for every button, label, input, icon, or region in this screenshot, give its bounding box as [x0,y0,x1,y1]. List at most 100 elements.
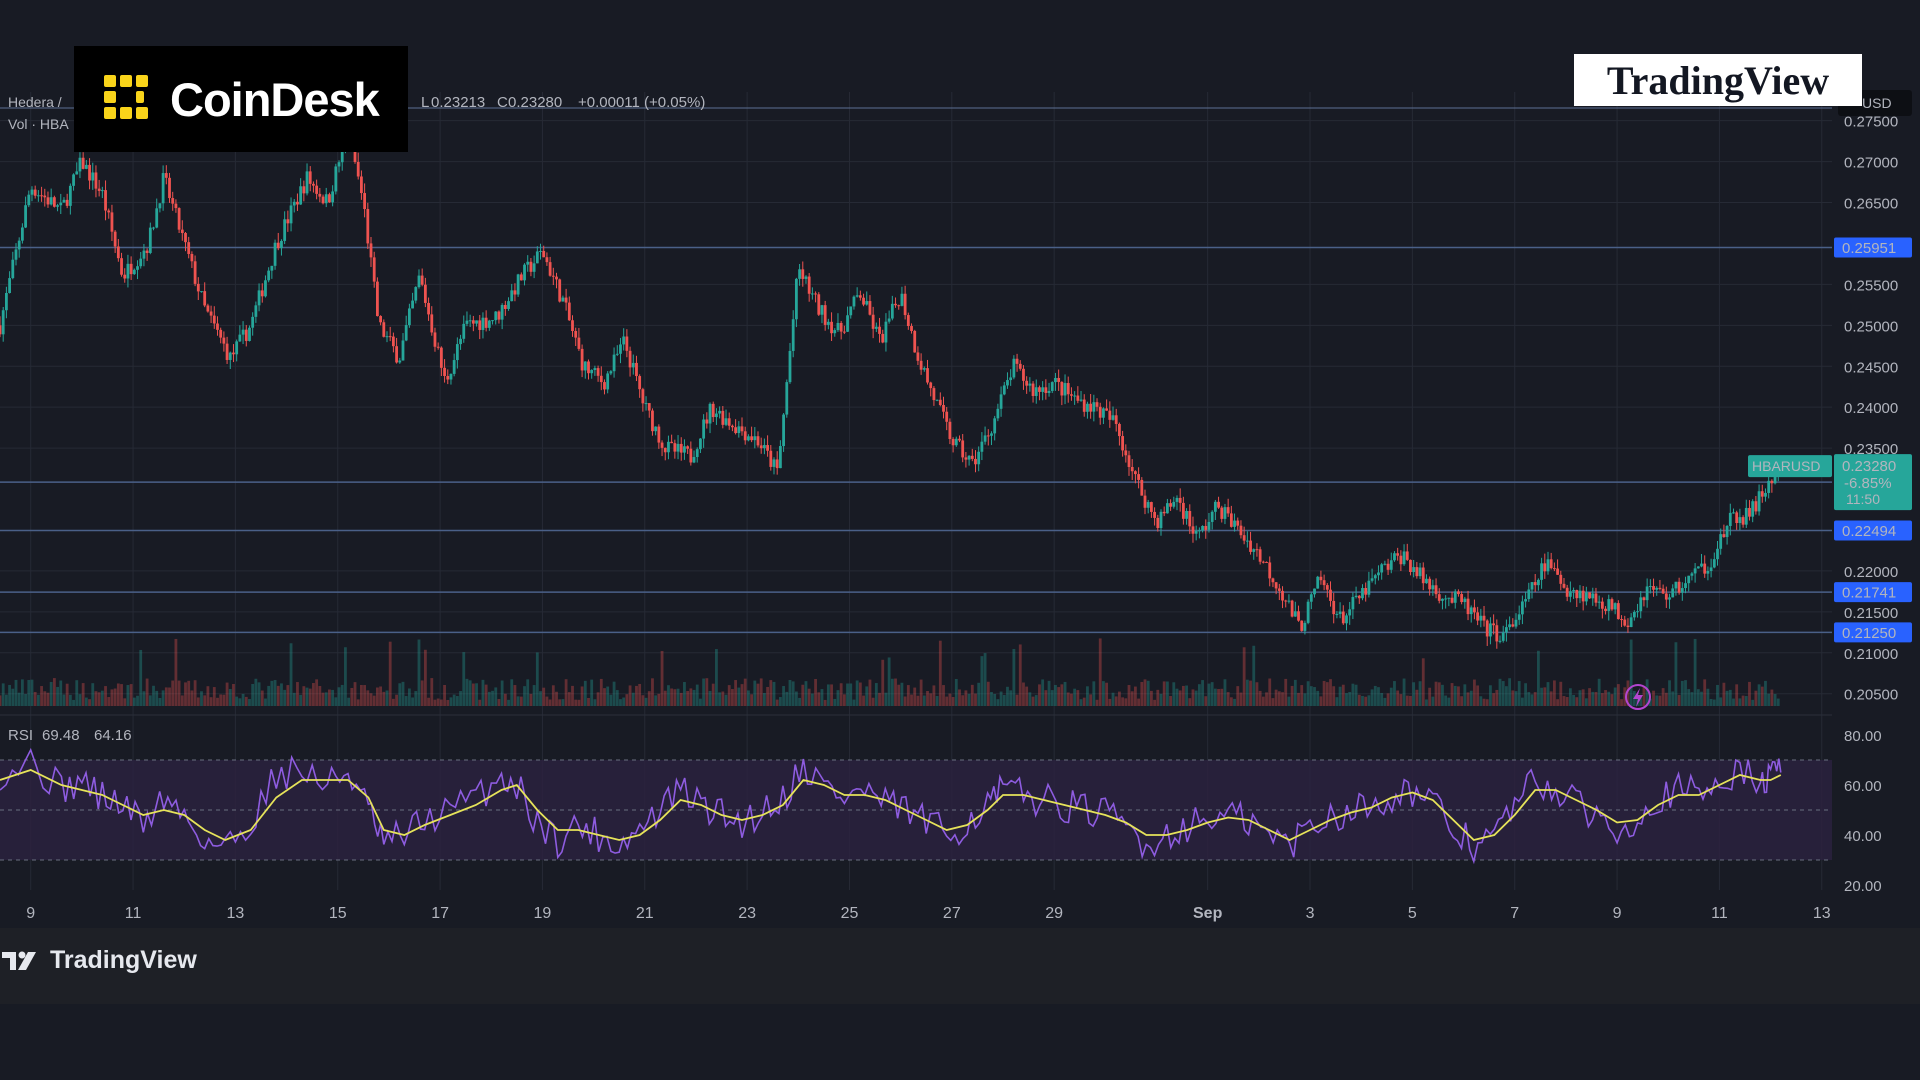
rsi-legend-value1: 69.48 [42,727,80,744]
candle-body-314 [1002,385,1006,395]
volume-bar-450 [1437,682,1441,706]
rsi-tick-1: 60.00 [1844,778,1882,795]
candle-body-301 [961,440,965,458]
candle-body-366 [1169,503,1172,507]
volume-bar-386 [1233,698,1236,706]
volume-bar-469 [1498,678,1502,706]
candle-body-411 [1313,588,1316,595]
volume-bar-235 [750,694,754,706]
candle-body-268 [855,295,859,297]
volume-bar-324 [1034,695,1038,706]
candle-body-48 [152,227,155,229]
candle-body-168 [535,251,539,264]
candle-body-442 [1412,567,1416,572]
volume-bar-454 [1450,683,1454,706]
candle-body-422 [1348,609,1352,616]
volume-bar-66 [209,697,213,706]
candle-body-400 [1277,588,1281,591]
candle-body-310 [990,433,993,436]
candle-body-155 [494,311,498,321]
volume-bar-353 [1127,685,1131,706]
candle-body-66 [209,311,213,316]
candle-body-143 [455,344,459,361]
chart-canvas[interactable]: 0.27500 0.27000 0.26500 0.25500 0.25000 0.245… [0,0,1920,1080]
candle-body-144 [459,338,462,345]
candle-body-62 [196,283,200,292]
candle-body-434 [1386,563,1390,570]
volume-bar-370 [1181,685,1185,706]
volume-bar-17 [52,678,56,706]
candle-body-453 [1447,597,1451,599]
x-tick-4: 17 [431,905,449,922]
level-tag-text-0: 0.25951 [1842,240,1896,257]
volume-bar-493 [1575,697,1579,706]
candle-body-456 [1457,591,1460,595]
volume-bar-169 [539,691,542,706]
candle-body-63 [200,291,203,293]
volume-bar-369 [1178,690,1182,706]
candle-body-444 [1418,567,1422,577]
volume-bar-452 [1444,695,1448,706]
volume-bar-257 [820,689,824,706]
volume-bar-220 [702,678,706,706]
candle-body-474 [1514,619,1518,627]
volume-bar-480 [1533,692,1537,706]
candle-body-335 [1070,394,1073,396]
tradingview-badge: TradingView [1574,54,1862,106]
price-tick-11: 0.20500 [1844,687,1898,704]
volume-bar-366 [1169,696,1172,706]
volume-bar-376 [1201,680,1204,706]
candle-body-330 [1054,377,1057,383]
volume-bar-549 [1754,690,1758,706]
volume-bar-227 [724,694,728,706]
candle-body-277 [884,321,888,343]
tradingview-logo-icon [2,951,36,970]
candle-body-394 [1258,549,1262,562]
candle-body-365 [1165,503,1169,514]
candle-body-553 [1767,480,1771,493]
volume-bar-27 [84,697,88,706]
volume-bar-44 [139,649,143,706]
volume-bar-553 [1767,693,1771,706]
volume-bar-463 [1479,696,1483,706]
candle-body-399 [1274,582,1278,589]
volume-bar-393 [1255,682,1259,706]
candle-body-461 [1473,607,1476,613]
candle-body-319 [1018,363,1022,369]
candle-body-421 [1345,615,1348,624]
candle-body-542 [1732,512,1735,514]
volume-bar-20 [62,694,66,706]
tradingview-badge-text: TradingView [1606,57,1830,103]
volume-bar-491 [1568,688,1572,706]
candle-body-429 [1370,578,1374,581]
candle-body-391 [1249,540,1252,552]
volume-bar-357 [1140,681,1144,706]
volume-bar-177 [564,679,568,706]
candle-body-195 [622,336,626,345]
candle-body-211 [673,443,677,452]
volume-bar-212 [676,688,680,706]
volume-bar-256 [817,692,821,706]
candle-body-292 [932,388,936,401]
candle-body-17 [52,197,56,207]
volume-bar-126 [401,681,405,706]
candle-body-298 [951,438,955,446]
volume-bar-504 [1610,694,1614,706]
candle-body-106 [337,162,341,167]
volume-bar-85 [270,680,274,706]
volume-bar-114 [363,685,367,706]
volume-bar-277 [884,692,888,706]
candle-body-415 [1325,585,1329,590]
candle-body-379 [1210,511,1214,522]
candle-body-467 [1492,623,1496,626]
volume-bar-423 [1351,683,1355,706]
coindesk-logo: CoinDesk [74,46,408,152]
volume-bar-74 [235,696,239,706]
candle-body-12 [36,195,40,197]
volume-bar-301 [961,695,965,706]
volume-bar-543 [1735,684,1739,706]
volume-bar-112 [356,699,360,706]
volume-bar-159 [507,699,510,706]
x-tick-6: 21 [636,905,654,922]
volume-bar-243 [775,699,779,706]
